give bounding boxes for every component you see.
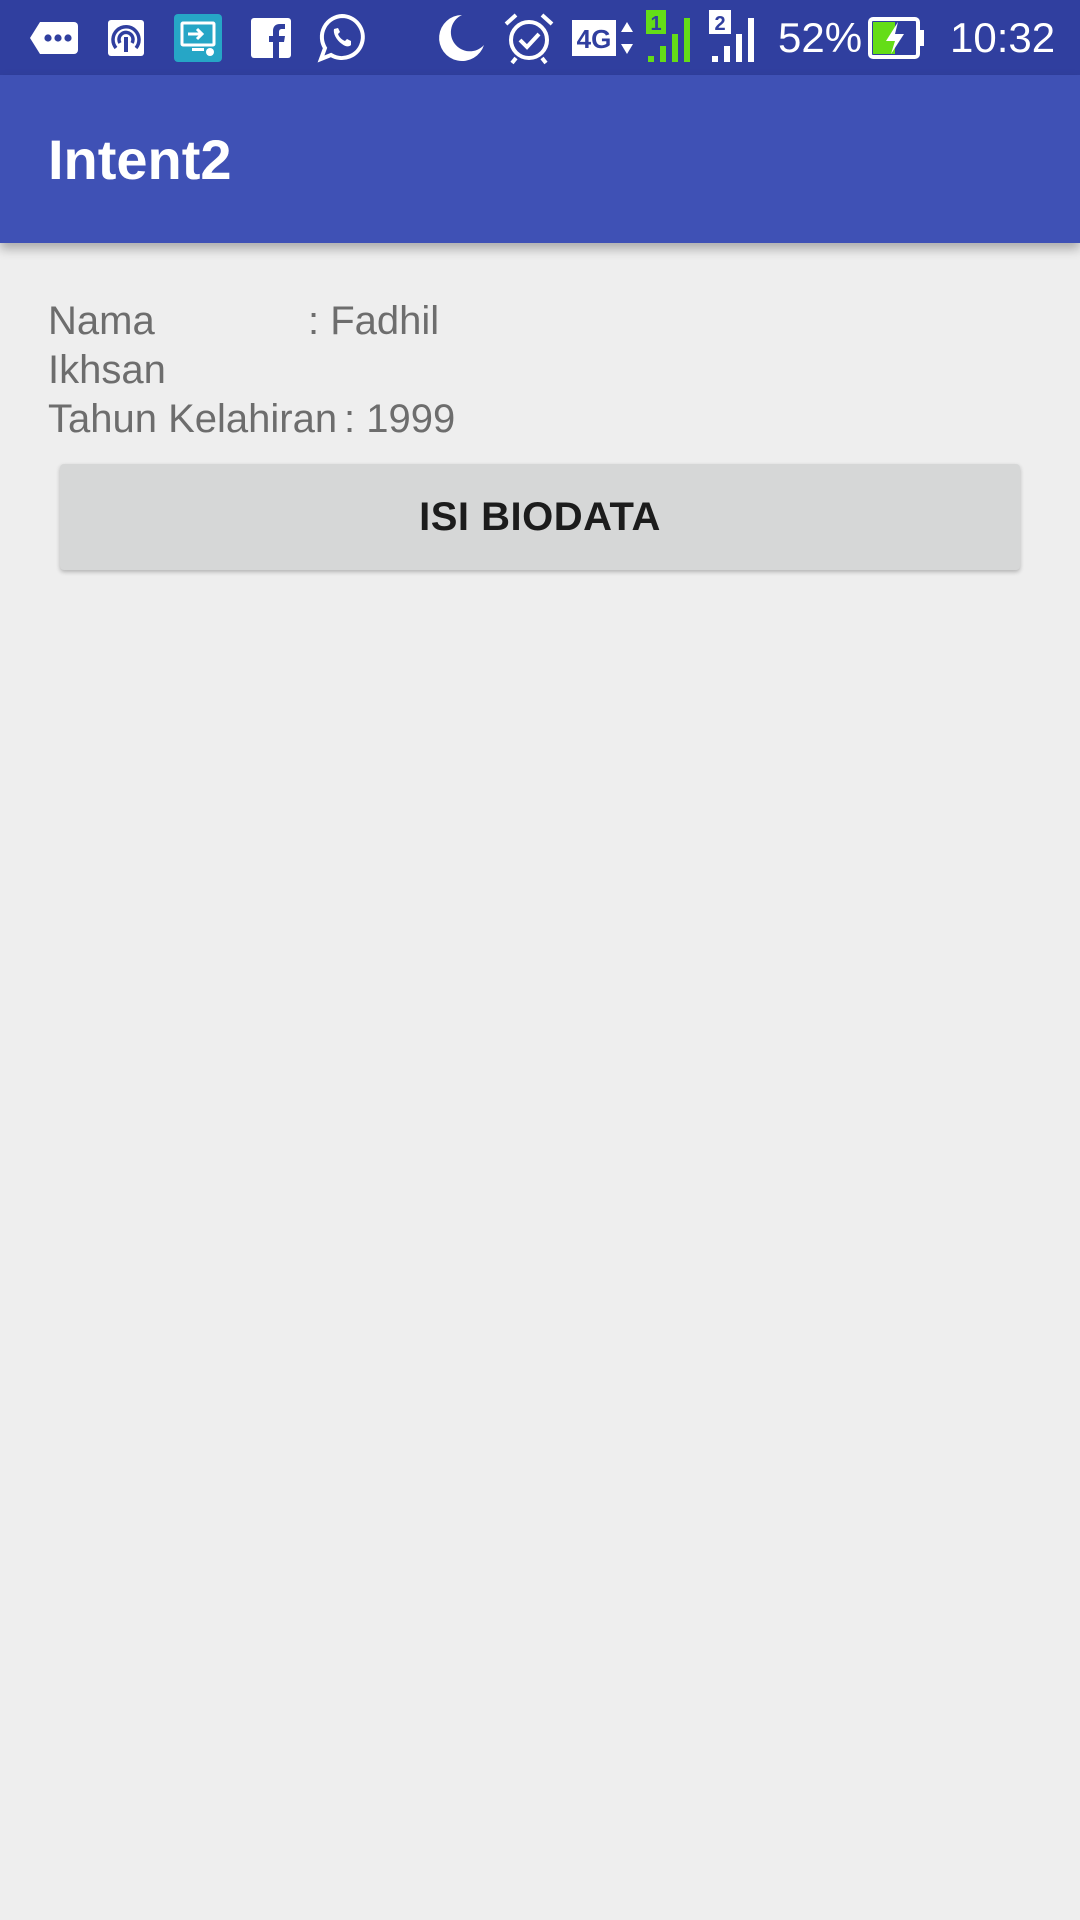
- moon-icon: [432, 10, 486, 66]
- alarm-icon: [502, 10, 556, 66]
- sim2-signal-icon: 2: [708, 10, 764, 66]
- isi-biodata-button[interactable]: ISI BIODATA: [60, 464, 1020, 570]
- sim1-label: 1: [650, 13, 661, 35]
- app-bar: Intent2: [0, 75, 1080, 243]
- sim2-label: 2: [714, 13, 725, 35]
- facebook-icon: [249, 10, 293, 66]
- tahun-kelahiran-value: : 1999: [344, 397, 456, 441]
- whatsapp-icon: [316, 10, 368, 66]
- status-bar: 4G 1 2 52% 10:32: [0, 0, 1080, 75]
- network-type-label: 4G: [577, 24, 612, 54]
- hotspot-icon: [106, 10, 146, 66]
- sim1-signal-icon: 1: [644, 10, 700, 66]
- network-4g-icon: 4G: [572, 10, 638, 66]
- nama-value: : Fadhil: [308, 299, 440, 343]
- app-title: Intent2: [48, 128, 232, 191]
- nama-label: Nama: [48, 299, 155, 343]
- battery-percent: 52%: [778, 14, 863, 61]
- main-content: Nama : Fadhil Ikhsan Tahun Kelahiran : 1…: [0, 243, 1080, 1920]
- tahun-kelahiran-label: Tahun Kelahiran: [48, 397, 338, 441]
- nama-value-continued: Ikhsan: [48, 348, 166, 392]
- clock-time: 10:32: [950, 14, 1056, 61]
- screen-share-icon: [172, 10, 224, 66]
- message-dots-icon: [28, 10, 80, 66]
- battery-charging-icon: [868, 10, 926, 66]
